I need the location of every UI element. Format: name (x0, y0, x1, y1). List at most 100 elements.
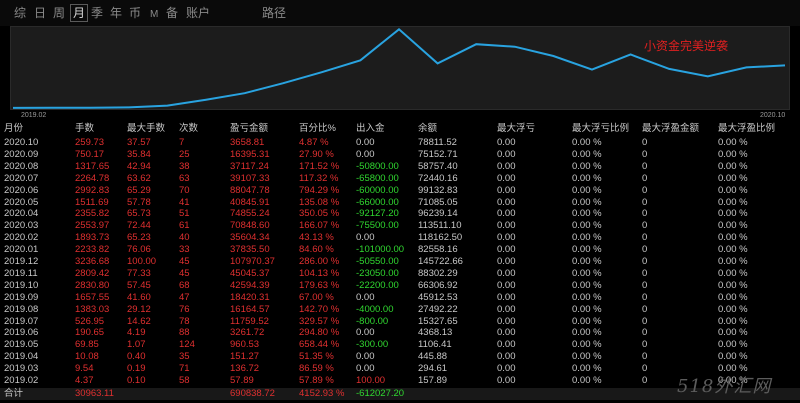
table-cell: 142.70 % (299, 303, 340, 315)
table-cell: 117.32 % (299, 172, 339, 184)
table-cell: 0.00 % (718, 303, 748, 315)
table-cell: -75500.00 (356, 220, 399, 232)
table-cell: 0 (642, 327, 648, 339)
table-cell: 0.00 (497, 291, 516, 303)
table-cell: 42.94 (127, 160, 151, 172)
column-header[interactable]: 次数 (179, 123, 198, 135)
toolbar-tab-path[interactable]: 路径 (262, 5, 286, 21)
equity-chart: 2019.02 2020.10 小资金完美逆袭 (10, 26, 790, 119)
table-cell: 4.87 % (299, 137, 329, 148)
table-cell: 658.44 % (299, 339, 340, 351)
table-cell: 100.00 (127, 256, 157, 267)
table-cell: 45912.53 (418, 291, 458, 303)
table-cell: 0 (642, 351, 648, 363)
table-cell: 3658.81 (230, 137, 265, 148)
toolbar-tab-month[interactable]: 月 (70, 4, 89, 22)
table-cell: 151.27 (230, 351, 260, 363)
toolbar-tab-0[interactable]: 综 (14, 5, 26, 21)
toolbar-tab-4[interactable]: 季 (91, 5, 103, 21)
period-toolbar: 综 日 周 月 季 年 币 M 备 账户 路径 (0, 0, 800, 26)
table-cell: 0.00 (356, 327, 375, 339)
table-row[interactable]: 2020.09 750.17 35.84 25 16395.31 27.90 % 0.00 7… (0, 149, 800, 161)
table-cell: 0.00 % (718, 279, 748, 291)
table-row[interactable]: 2020.02 1893.73 65.23 40 35604.34 43.13 % 0.00… (0, 232, 800, 244)
toolbar-tab-6[interactable]: 币 (129, 5, 141, 21)
column-header[interactable]: 最大浮亏比例 (572, 123, 629, 135)
table-row[interactable]: 2019.12 3236.68 100.00 45 107970.37 286.00 % -… (0, 256, 800, 268)
table-cell: 合计 (4, 387, 24, 399)
table-row[interactable]: 2020.07 2264.78 63.62 63 39107.33 117.32 % -65… (0, 173, 800, 185)
table-row[interactable]: 2019.09 1657.55 41.60 47 18420.31 67.00 % 0.00… (0, 292, 800, 304)
table-row[interactable]: 2020.03 2553.97 72.44 61 70848.60 166.07 % -75… (0, 220, 800, 232)
table-cell: 0.00 % (572, 184, 602, 196)
toolbar-tab-2[interactable]: 周 (53, 5, 65, 21)
chart-end-label: 2020.10 (760, 112, 786, 119)
table-cell: 2019.07 (4, 315, 39, 327)
table-row[interactable]: 2020.10 259.73 37.57 7 3658.81 4.87 % 0.00 7881… (0, 137, 800, 149)
table-cell: 70848.60 (230, 220, 270, 232)
table-cell: 0 (642, 184, 648, 196)
table-cell: -50550.00 (356, 256, 399, 267)
table-cell: 2019.11 (4, 267, 38, 279)
toolbar-tab-7[interactable]: M (150, 7, 158, 23)
table-cell: 100.00 (356, 375, 386, 386)
table-cell: 57.89 % (299, 375, 334, 386)
toolbar-tab-1[interactable]: 日 (34, 5, 46, 21)
table-cell: 45 (179, 267, 190, 279)
column-header[interactable]: 盈亏金额 (230, 123, 268, 135)
table-row[interactable]: 2019.08 1383.03 29.12 76 16164.57 142.70 % -40… (0, 304, 800, 316)
column-header[interactable]: 最大手数 (127, 123, 165, 135)
table-cell: 0.00 % (572, 375, 602, 386)
table-cell: 794.29 % (299, 184, 340, 196)
table-cell: 14.62 (127, 315, 151, 327)
table-cell: 2020.04 (4, 208, 39, 220)
table-row[interactable]: 2019.07 526.95 14.62 78 11759.52 329.57 % -800… (0, 316, 800, 328)
table-cell: 0.00 % (572, 244, 602, 256)
table-cell: 294.80 % (299, 327, 340, 339)
table-row[interactable]: 2019.10 2830.80 57.45 68 42594.39 179.63 % -22… (0, 280, 800, 292)
table-cell: 0.00 (497, 160, 516, 172)
table-cell: 0.00 % (572, 351, 602, 363)
chart-annotation: 小资金完美逆袭 (644, 39, 729, 53)
table-cell: 2019.12 (4, 256, 39, 267)
table-cell: 0.00 (497, 363, 516, 375)
table-row[interactable]: 2020.08 1317.65 42.94 38 37117.24 171.52 % -50… (0, 161, 800, 173)
table-cell: 1.07 (127, 339, 146, 351)
column-header[interactable]: 月份 (4, 123, 23, 135)
column-header[interactable]: 出入金 (356, 123, 385, 135)
table-cell: 71085.05 (418, 196, 458, 208)
column-header[interactable]: 手数 (75, 123, 94, 135)
toolbar-tab-8[interactable]: 备 (166, 5, 178, 21)
table-cell: 0.00 (356, 291, 375, 303)
table-row[interactable]: 2020.04 2355.82 65.73 51 74855.24 350.05 % -92… (0, 208, 800, 220)
table-cell: 0.00 (497, 375, 516, 386)
table-cell: 1317.65 (75, 160, 110, 172)
table-row[interactable]: 2020.06 2992.83 65.29 70 88047.78 794.29 % -60… (0, 185, 800, 197)
table-cell: 2020.05 (4, 196, 39, 208)
column-header[interactable]: 余额 (418, 123, 437, 135)
column-header[interactable]: 百分比% (299, 123, 336, 135)
table-row[interactable]: 2019.06 190.65 4.19 88 3261.72 294.80 % 0.00 43… (0, 327, 800, 339)
table-cell: 58 (179, 375, 190, 386)
column-header[interactable]: 最大浮亏 (497, 123, 535, 135)
table-row[interactable]: 2019.05 69.85 1.07 124 960.53 658.44 % -300.00… (0, 339, 800, 351)
table-cell: -300.00 (356, 339, 389, 351)
table-row[interactable]: 2019.04 10.08 0.40 35 151.27 51.35 % 0.00 445.8… (0, 351, 800, 363)
table-cell: -60000.00 (356, 184, 399, 196)
table-row[interactable]: 2020.05 1511.69 57.78 41 40845.91 135.08 % -66… (0, 197, 800, 209)
table-cell: 57.45 (127, 279, 151, 291)
table-cell: 0.00 (356, 351, 375, 363)
column-header[interactable]: 最大浮盈比例 (718, 123, 775, 135)
table-cell: 74855.24 (230, 208, 270, 220)
toolbar-tab-accounts[interactable]: 账户 (186, 5, 210, 21)
table-cell: 1511.69 (75, 196, 109, 208)
table-cell: 0 (642, 315, 648, 327)
column-header[interactable]: 最大浮盈金额 (642, 123, 699, 135)
table-cell: 0 (642, 363, 648, 375)
toolbar-tab-5[interactable]: 年 (110, 5, 122, 21)
table-row[interactable]: 2020.01 2233.82 76.06 33 37835.50 84.60 % -101… (0, 244, 800, 256)
table-cell: 294.61 (418, 363, 448, 375)
table-row[interactable]: 2019.11 2809.42 77.33 45 45045.37 104.13 % -23… (0, 268, 800, 280)
table-cell: 27492.22 (418, 303, 458, 315)
table-cell: 82558.16 (418, 244, 458, 256)
